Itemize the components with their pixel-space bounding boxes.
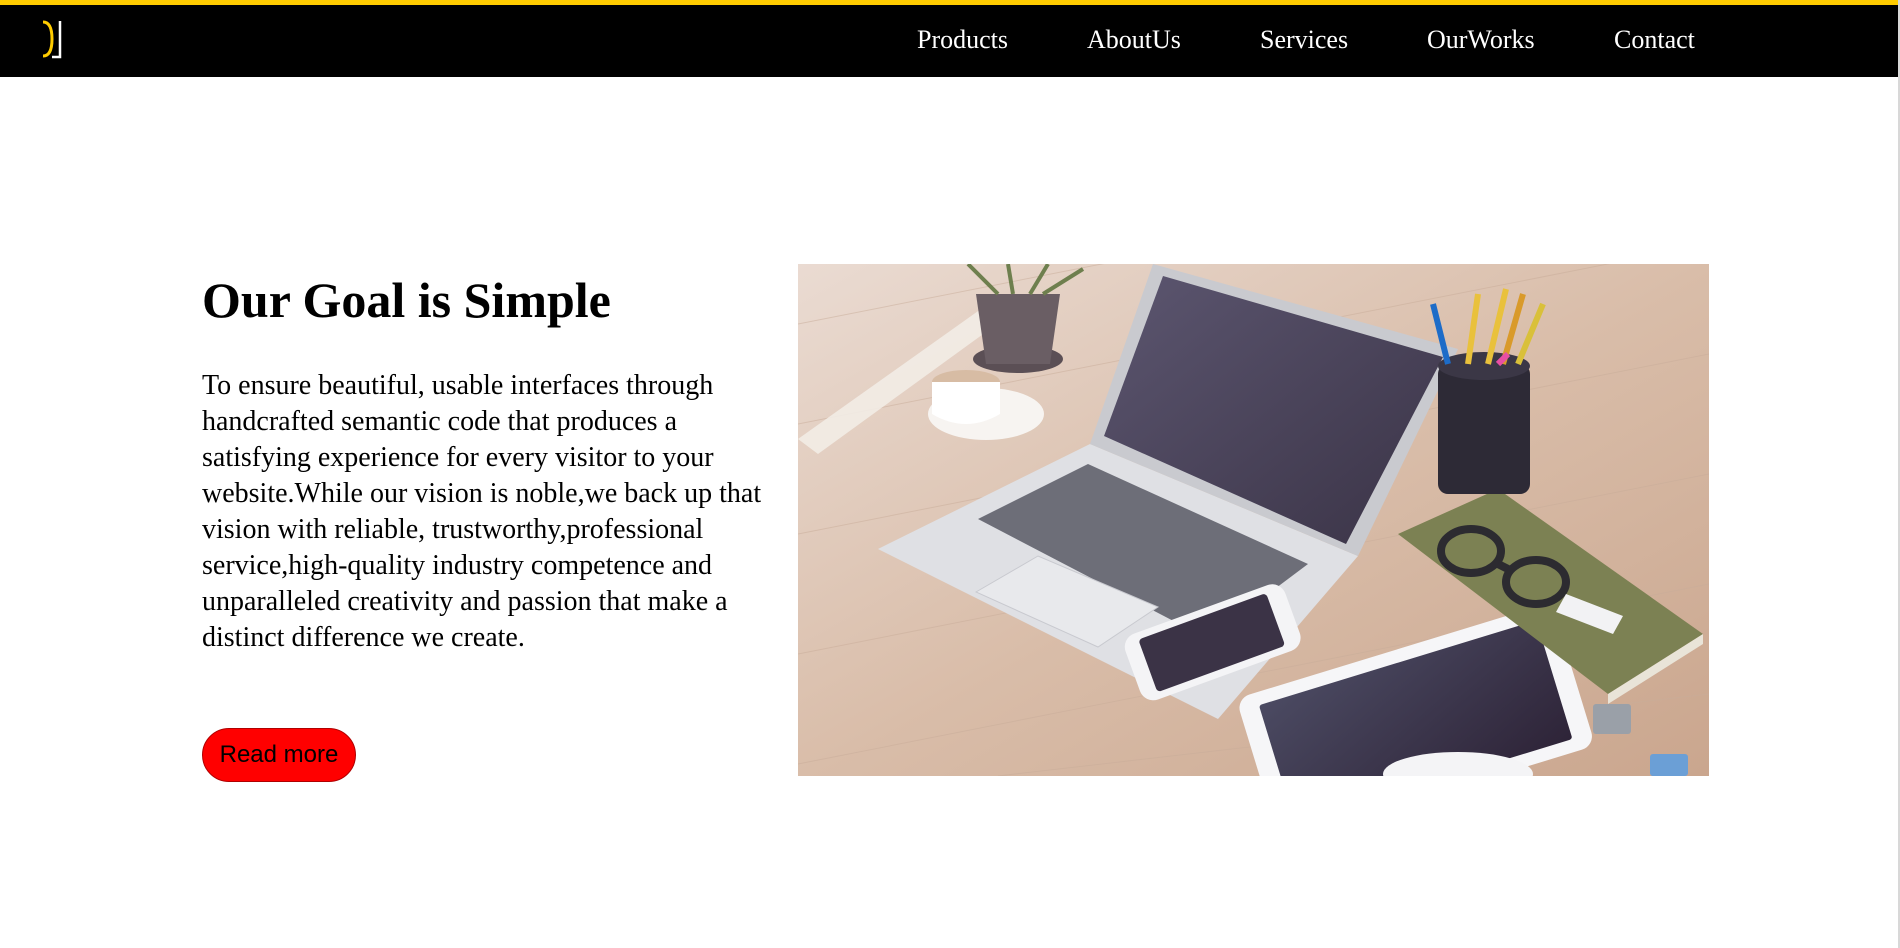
read-more-button[interactable]: Read more: [202, 728, 356, 782]
nav-products[interactable]: Products: [917, 25, 1008, 55]
logo-icon[interactable]: [40, 17, 64, 61]
hero-title: Our Goal is Simple: [202, 272, 611, 328]
nav-our-works[interactable]: OurWorks: [1427, 25, 1535, 55]
nav-contact[interactable]: Contact: [1614, 25, 1695, 55]
page: Products AboutUs Services OurWorks Conta…: [0, 0, 1900, 948]
top-navbar: Products AboutUs Services OurWorks Conta…: [0, 0, 1900, 77]
nav-services[interactable]: Services: [1260, 25, 1348, 55]
nav-about-us[interactable]: AboutUs: [1087, 25, 1181, 55]
hero-text: Our Goal is Simple To ensure beautiful, …: [202, 270, 782, 653]
hero-description: To ensure beautiful, usable interfaces t…: [202, 370, 762, 653]
desk-laptop-photo: [798, 264, 1709, 776]
